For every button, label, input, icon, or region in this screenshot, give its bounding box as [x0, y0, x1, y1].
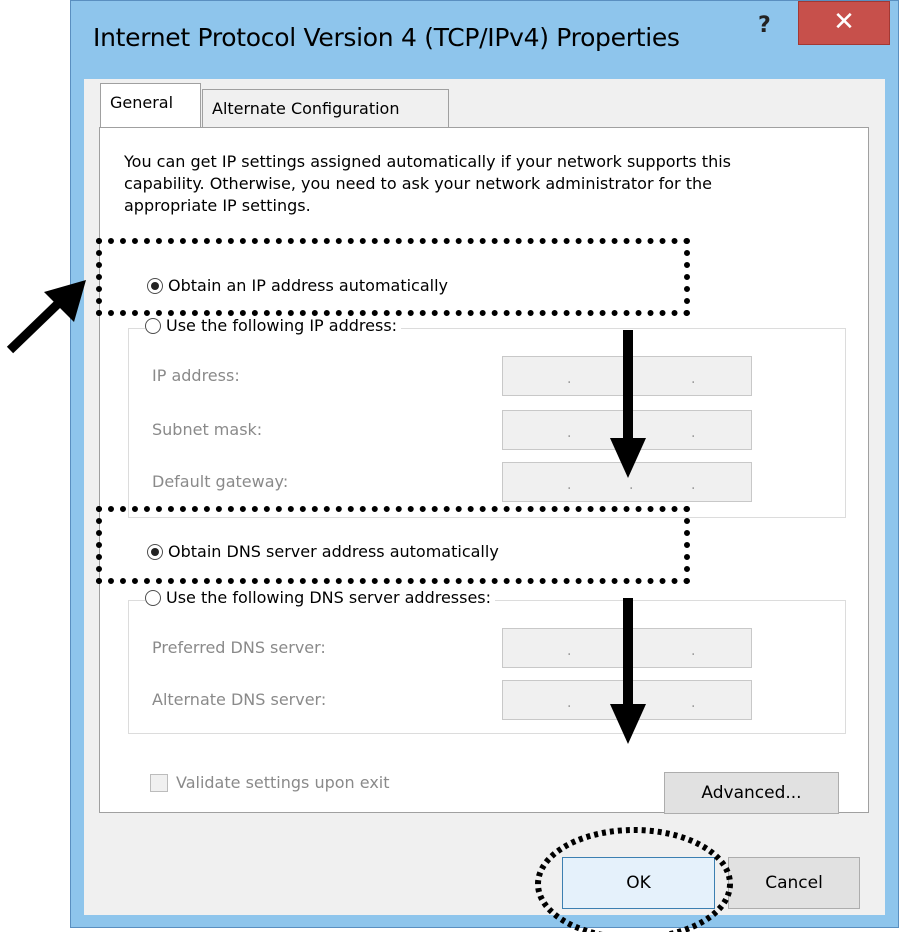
annotation-arrow-left — [6, 280, 86, 354]
